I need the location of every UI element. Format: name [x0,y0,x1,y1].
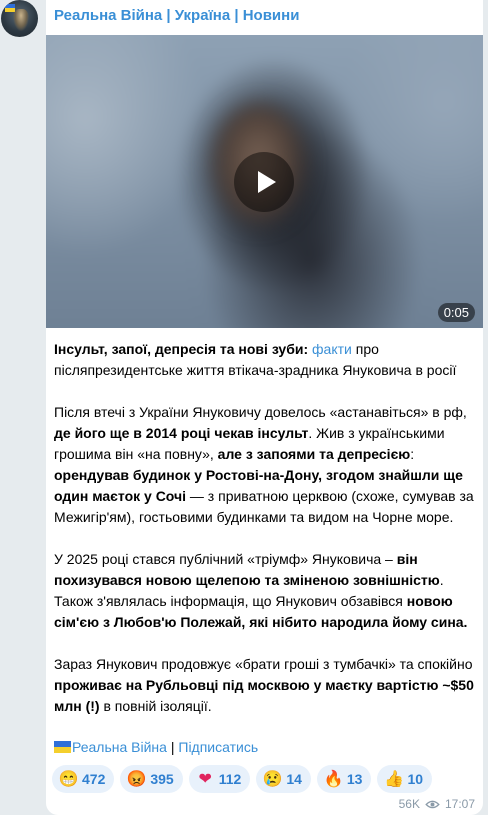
ukraine-flag-icon [54,741,71,753]
ukraine-flag-icon [5,4,15,12]
heart-emoji-icon: ❤ [198,771,212,788]
channel-name[interactable]: Реальна Війна | Україна | Новини [54,7,299,24]
angry-emoji-icon: 😡 [126,771,147,788]
reaction-angry[interactable]: 😡 395 [120,765,183,793]
reaction-thumbs-up[interactable]: 👍 10 [377,765,433,793]
subscribe-link[interactable]: Підписатись [178,739,258,755]
reaction-count: 10 [407,771,424,787]
reaction-count: 472 [82,771,106,787]
reaction-count: 13 [346,771,363,787]
channel-link[interactable]: Реальна Війна [72,739,167,755]
post-paragraph-2: Після втечі з України Януковичу довелось… [54,404,474,525]
post-paragraph-1: Інсульт, запої, депресія та нові зуби: ф… [54,341,457,378]
post-text: Інсульт, запої, депресія та нові зуби: ф… [54,339,478,738]
cry-emoji-icon: 😢 [262,771,283,788]
thumbs-up-emoji-icon: 👍 [384,771,404,788]
grin-emoji-icon: 😁 [58,771,79,788]
post-paragraph-4: Зараз Янукович продовжує «брати гроші з … [54,656,474,714]
post-paragraph-3: У 2025 році стався публічний «тріумф» Ян… [54,551,468,630]
message-meta: 56K 17:07 [399,797,475,811]
reaction-heart[interactable]: ❤ 112 [188,765,251,793]
reaction-cry[interactable]: 😢 14 [256,765,311,793]
post-headline: Інсульт, запої, депресія та нові зуби: [54,341,309,357]
reaction-count: 112 [218,771,242,787]
channel-avatar[interactable] [1,0,38,37]
reaction-count: 395 [150,771,174,787]
post-footer: Реальна Війна | Підписатись [54,737,258,758]
video-preview[interactable]: 0:05 [46,35,483,328]
message-bubble: Реальна Війна | Україна | Новини 0:05 Ін… [46,0,483,815]
message-time: 17:07 [444,797,475,811]
facts-link[interactable]: факти [312,341,352,357]
reactions-bar: 😁 472 😡 395 ❤ 112 😢 14 🔥 13 👍 10 [52,765,433,793]
fire-emoji-icon: 🔥 [323,771,344,788]
reaction-fire[interactable]: 🔥 13 [316,765,372,793]
video-duration: 0:05 [437,303,475,322]
eye-icon [425,800,440,808]
reaction-count: 14 [286,771,302,787]
reaction-grin[interactable]: 😁 472 [52,765,115,793]
soldier-figure-icon [13,9,29,31]
view-count: 56K [398,797,420,811]
footer-separator: | [166,739,179,755]
play-button[interactable] [234,152,294,212]
